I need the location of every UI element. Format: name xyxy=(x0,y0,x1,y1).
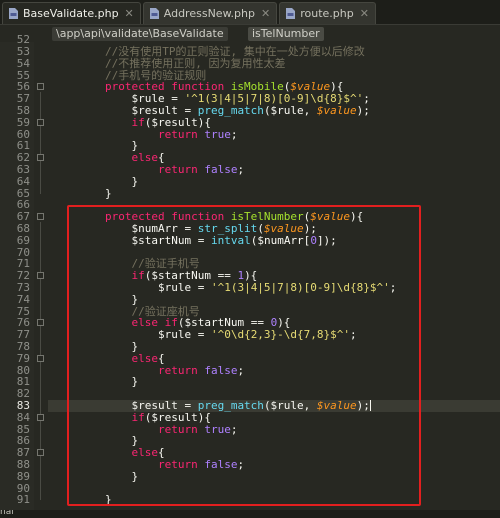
fold-toggle-icon[interactable] xyxy=(37,319,44,327)
code-row: } xyxy=(48,186,500,200)
line-number-gutter: 52 53 54 55 56 57 58 59 60 61 62 63 64 65 66 67 68 69 70 71… xyxy=(0,34,34,510)
line-number: 54 xyxy=(16,56,30,70)
tab-label: AddressNew.php xyxy=(163,7,255,20)
fold-toggle-icon[interactable] xyxy=(37,118,44,126)
php-file-icon xyxy=(149,8,159,19)
fold-toggle-icon[interactable] xyxy=(37,83,44,91)
code-row: } xyxy=(48,175,500,188)
fold-guide xyxy=(40,458,41,477)
tab-label: BaseValidate.php xyxy=(23,7,119,20)
fold-guide xyxy=(40,163,41,182)
line-number: 79 xyxy=(16,351,30,365)
close-icon[interactable]: ✕ xyxy=(125,7,134,20)
status-label: nal xyxy=(0,510,14,517)
line-number: 74 xyxy=(16,292,30,306)
fold-guide xyxy=(40,328,41,347)
fold-toggle-icon[interactable] xyxy=(37,354,44,362)
fold-toggle-icon[interactable] xyxy=(37,213,44,221)
fold-guide xyxy=(40,281,41,300)
fold-toggle-icon[interactable] xyxy=(37,449,44,457)
line-number: 89 xyxy=(16,469,30,483)
fold-guide xyxy=(40,422,41,442)
breadcrumb-class-path[interactable]: \app\api\validate\BaseValidate xyxy=(52,27,228,41)
tab-addressnew[interactable]: AddressNew.php ✕ xyxy=(142,2,278,24)
fold-toggle-icon[interactable] xyxy=(37,413,44,421)
line-number: 84 xyxy=(16,410,30,424)
fold-toggle-icon[interactable] xyxy=(37,154,44,162)
line-number: 64 xyxy=(16,174,30,188)
highlight-annotation-box xyxy=(67,205,421,506)
tab-route[interactable]: route.php ✕ xyxy=(279,2,376,24)
fold-gutter xyxy=(34,42,48,510)
php-file-icon xyxy=(9,8,18,19)
breadcrumb-method[interactable]: isTelNumber xyxy=(248,27,324,41)
fold-guide xyxy=(40,127,41,147)
tab-basevalidate[interactable]: BaseValidate.php ✕ xyxy=(2,2,141,24)
close-icon[interactable]: ✕ xyxy=(261,7,270,20)
php-file-icon xyxy=(286,8,296,19)
code-line: } xyxy=(52,186,112,200)
tab-bar: BaseValidate.php ✕ AddressNew.php ✕ rout… xyxy=(0,0,500,25)
fold-toggle-icon[interactable] xyxy=(37,272,44,280)
line-number: 59 xyxy=(16,115,30,129)
line-number: 69 xyxy=(16,233,30,247)
line-number: 91 xyxy=(16,493,30,507)
tab-label: route.php xyxy=(300,7,354,20)
breadcrumb: \app\api\validate\BaseValidate isTelNumb… xyxy=(0,25,500,42)
close-icon[interactable]: ✕ xyxy=(360,7,369,20)
fold-guide xyxy=(40,363,41,383)
status-bar: nal xyxy=(0,510,500,518)
